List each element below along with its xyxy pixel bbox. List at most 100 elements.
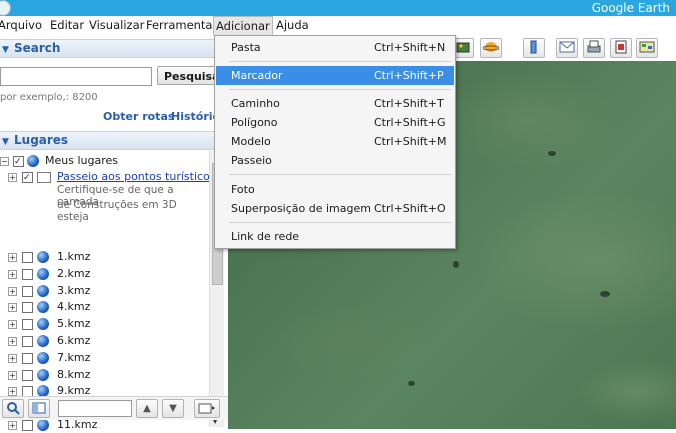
sidebar-panel: ▼ Search Pesquisa por exemplo,: 8200 Obte… <box>0 35 228 431</box>
menu-arquivo[interactable]: Arquivo <box>0 16 44 35</box>
expand-icon[interactable]: + <box>8 173 17 182</box>
menu-visualizar[interactable]: Visualizar <box>87 16 146 35</box>
google-earth-app-icon[interactable] <box>0 0 11 16</box>
menu-adicionar[interactable]: Adicionar <box>213 16 273 35</box>
tree-item-kmz[interactable]: +1.kmz <box>0 249 208 265</box>
places-filter-input[interactable] <box>58 400 132 417</box>
expand-icon[interactable]: + <box>8 269 17 279</box>
search-header-label: Search <box>14 41 61 55</box>
tree-item-label: 1.kmz <box>57 250 91 263</box>
menu-bar: Arquivo Editar Visualizar Ferramentas Ad… <box>0 16 676 36</box>
checkbox[interactable] <box>22 352 33 364</box>
menu-item-marcador[interactable]: Marcador Ctrl+Shift+P <box>216 66 454 85</box>
image-overlay-icon <box>456 42 470 53</box>
planet-icon <box>483 42 499 52</box>
checkbox[interactable] <box>22 252 33 263</box>
menu-item-link-de-rede[interactable]: Link de rede <box>216 227 454 246</box>
menu-ferramentas[interactable]: Ferramentas <box>144 16 220 35</box>
menu-item-label: Marcador <box>231 69 283 82</box>
title-bar: Google Earth <box>0 0 676 16</box>
maps-button[interactable] <box>636 38 658 58</box>
tree-item-label: 4.kmz <box>57 300 91 314</box>
map-feature <box>453 261 459 268</box>
checkbox[interactable] <box>22 170 33 186</box>
search-input[interactable] <box>0 67 152 86</box>
menu-item-label: Caminho <box>231 97 280 110</box>
menu-item-poligono[interactable]: Polígono Ctrl+Shift+G <box>216 113 454 132</box>
search-button[interactable]: Pesquisa <box>157 66 220 85</box>
tree-item-kmz[interactable]: +8.kmz <box>0 367 208 383</box>
save-image-button[interactable] <box>610 38 632 58</box>
tree-item-label: 3.kmz <box>57 283 91 297</box>
map-feature <box>548 151 556 156</box>
globe-icon <box>37 351 49 364</box>
globe-icon <box>37 318 49 331</box>
arrow-up-icon: ▲ <box>143 403 151 414</box>
tree-item-kmz[interactable]: +3.kmz <box>0 283 208 299</box>
menu-separator <box>229 174 451 175</box>
tree-item-label: 2.kmz <box>57 266 91 280</box>
arrow-down-icon: ▼ <box>169 403 177 414</box>
menu-item-modelo[interactable]: Modelo Ctrl+Shift+M <box>216 132 454 151</box>
globe-icon <box>37 368 49 381</box>
expand-icon[interactable]: + <box>8 253 17 262</box>
map-view-icon <box>639 41 655 53</box>
checkbox[interactable] <box>22 268 33 280</box>
tree-item-label: 7.kmz <box>57 350 91 364</box>
places-section-header[interactable]: ▼ Lugares <box>0 131 226 150</box>
checkbox[interactable] <box>22 302 33 314</box>
tree-item-kmz[interactable]: +7.kmz <box>0 350 208 366</box>
tree-item-kmz[interactable]: +5.kmz <box>0 316 208 332</box>
tree-item-label: 6.kmz <box>57 334 91 347</box>
menu-editar[interactable]: Editar <box>48 16 86 35</box>
folder-options-button[interactable] <box>194 399 220 418</box>
checkbox[interactable] <box>22 420 33 431</box>
checkbox[interactable] <box>22 369 33 381</box>
expand-icon[interactable]: + <box>8 286 17 296</box>
expand-icon[interactable]: + <box>8 353 17 363</box>
tour-description-line-2: de Construções em 3D esteja <box>57 199 177 223</box>
collapse-arrow-icon: ▼ <box>2 45 9 55</box>
checkbox[interactable] <box>22 319 33 331</box>
menu-item-superposicao[interactable]: Superposição de imagem Ctrl+Shift+O <box>216 199 454 218</box>
map-feature <box>408 381 415 386</box>
tree-item-kmz[interactable]: +4.kmz <box>0 299 208 315</box>
tree-item-my-places[interactable]: − Meus lugares <box>0 153 210 170</box>
tour-link[interactable]: Passeio aos pontos turísticos <box>57 169 210 185</box>
expand-icon[interactable]: + <box>8 303 17 313</box>
places-header-label: Lugares <box>14 133 69 147</box>
split-view-icon <box>32 402 46 414</box>
expand-icon[interactable]: + <box>8 320 17 330</box>
get-directions-link[interactable]: Obter rotas <box>103 110 174 123</box>
checkbox[interactable] <box>22 336 33 347</box>
move-down-button[interactable]: ▼ <box>162 399 184 418</box>
menu-item-label: Link de rede <box>231 230 300 243</box>
checkbox[interactable] <box>13 154 24 170</box>
expand-icon[interactable]: + <box>8 337 17 346</box>
email-button[interactable] <box>556 38 578 58</box>
move-up-button[interactable]: ▲ <box>136 399 158 418</box>
sidebar-toggle-button[interactable] <box>523 38 545 58</box>
tree-item-kmz[interactable]: +6.kmz <box>0 333 208 349</box>
menu-item-label: Pasta <box>231 41 261 54</box>
collapse-icon[interactable]: − <box>0 157 9 166</box>
planets-button[interactable] <box>480 38 502 58</box>
search-in-places-button[interactable] <box>2 399 24 418</box>
menu-item-foto[interactable]: Foto <box>216 180 454 199</box>
globe-icon <box>37 301 49 314</box>
tree-item-kmz[interactable]: +2.kmz <box>0 266 208 282</box>
menu-item-pasta[interactable]: Pasta Ctrl+Shift+N <box>216 38 454 57</box>
checkbox[interactable] <box>22 285 33 297</box>
menu-item-passeio[interactable]: Passeio <box>216 151 454 170</box>
expand-icon[interactable]: + <box>8 370 17 380</box>
add-menu-dropdown: Pasta Ctrl+Shift+N Marcador Ctrl+Shift+P… <box>214 35 456 249</box>
menu-item-caminho[interactable]: Caminho Ctrl+Shift+T <box>216 94 454 113</box>
tree-item-tour[interactable]: + Passeio aos pontos turísticos <box>0 169 210 186</box>
print-button[interactable] <box>583 38 605 58</box>
menu-ajuda[interactable]: Ajuda <box>274 16 311 35</box>
history-link[interactable]: Históric <box>171 110 219 123</box>
search-section-header[interactable]: ▼ Search <box>0 39 226 58</box>
menu-item-shortcut: Ctrl+Shift+N <box>374 41 446 54</box>
toggle-view-button[interactable] <box>28 399 50 418</box>
menu-item-label: Polígono <box>231 116 278 129</box>
